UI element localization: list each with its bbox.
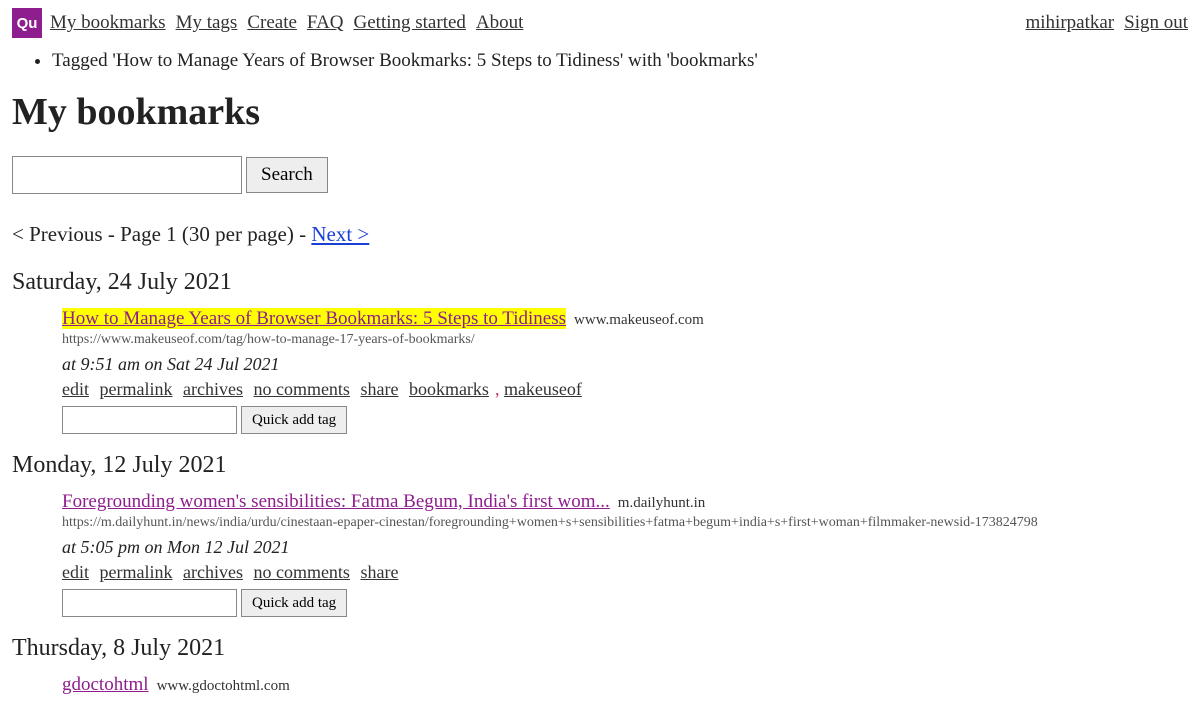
nav-getting-started[interactable]: Getting started <box>354 12 466 33</box>
nav-create[interactable]: Create <box>247 12 297 33</box>
nav-faq[interactable]: FAQ <box>307 12 344 33</box>
action-no-comments[interactable]: no comments <box>253 379 350 399</box>
pager-info: Page 1 (30 per page) <box>120 222 294 246</box>
action-no-comments[interactable]: no comments <box>253 562 350 582</box>
bookmark-domain: m.dailyhunt.in <box>618 495 706 511</box>
date-heading: Thursday, 8 July 2021 <box>12 635 1188 662</box>
search-input[interactable] <box>12 156 242 194</box>
tag-link[interactable]: makeuseof <box>504 379 582 399</box>
date-heading: Saturday, 24 July 2021 <box>12 269 1188 296</box>
tag-link[interactable]: bookmarks <box>409 379 489 399</box>
pager-prev: < Previous <box>12 222 103 246</box>
pagination: < Previous - Page 1 (30 per page) - Next… <box>12 222 1188 247</box>
quick-add-tag-button[interactable]: Quick add tag <box>241 406 347 434</box>
bookmark-timestamp: at 5:05 pm on Mon 12 Jul 2021 <box>62 537 1188 558</box>
action-archives[interactable]: archives <box>183 562 243 582</box>
bookmark-title-link[interactable]: gdoctohtml <box>62 674 149 695</box>
quick-tag-input[interactable] <box>62 406 237 434</box>
bookmark-item: How to Manage Years of Browser Bookmarks… <box>62 308 1188 434</box>
status-message: Tagged 'How to Manage Years of Browser B… <box>52 50 1188 72</box>
nav-my-tags[interactable]: My tags <box>176 12 238 33</box>
bookmark-url: https://www.makeuseof.com/tag/how-to-man… <box>62 332 1188 348</box>
search-button[interactable]: Search <box>246 157 328 193</box>
date-heading: Monday, 12 July 2021 <box>12 452 1188 479</box>
bookmark-domain: www.makeuseof.com <box>574 312 704 328</box>
bookmark-item: Foregrounding women's sensibilities: Fat… <box>62 491 1188 617</box>
signout-link[interactable]: Sign out <box>1124 12 1188 33</box>
action-archives[interactable]: archives <box>183 379 243 399</box>
action-edit[interactable]: edit <box>62 562 89 582</box>
bookmark-item: gdoctohtml www.gdoctohtml.com <box>62 674 1188 696</box>
bookmark-timestamp: at 9:51 am on Sat 24 Jul 2021 <box>62 354 1188 375</box>
bookmark-url: https://m.dailyhunt.in/news/india/urdu/c… <box>62 515 1188 531</box>
nav-about[interactable]: About <box>476 12 524 33</box>
bookmark-domain: www.gdoctohtml.com <box>157 678 290 694</box>
action-share[interactable]: share <box>360 562 398 582</box>
bookmark-title-link[interactable]: How to Manage Years of Browser Bookmarks… <box>62 308 566 329</box>
user-link[interactable]: mihirpatkar <box>1025 12 1114 33</box>
action-share[interactable]: share <box>360 379 398 399</box>
bookmark-title-link[interactable]: Foregrounding women's sensibilities: Fat… <box>62 491 610 512</box>
nav-my-bookmarks[interactable]: My bookmarks <box>50 12 166 33</box>
action-edit[interactable]: edit <box>62 379 89 399</box>
action-permalink[interactable]: permalink <box>100 379 173 399</box>
page-title: My bookmarks <box>12 90 1188 134</box>
logo-icon: Qu <box>12 8 42 38</box>
pager-next[interactable]: Next > <box>311 222 369 246</box>
action-permalink[interactable]: permalink <box>100 562 173 582</box>
quick-add-tag-button[interactable]: Quick add tag <box>241 589 347 617</box>
quick-tag-input[interactable] <box>62 589 237 617</box>
